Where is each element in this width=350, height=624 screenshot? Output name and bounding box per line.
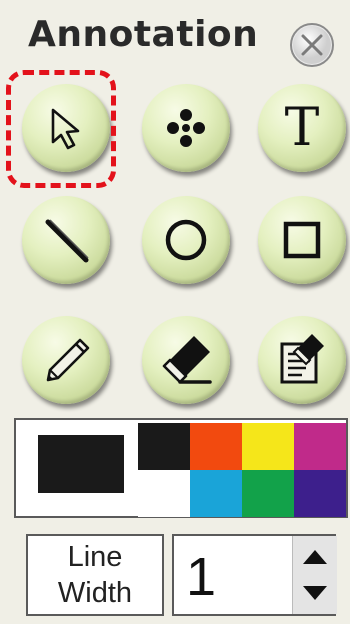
color-swatch[interactable]	[190, 423, 242, 470]
line-width-label-line1: Line	[67, 541, 123, 573]
line-width-value[interactable]: 1	[186, 546, 216, 608]
color-picker	[14, 418, 348, 518]
clipboard-eraser-icon	[280, 334, 324, 384]
annotation-panel: Annotation T Line Width 1	[0, 0, 350, 624]
decrease-button[interactable]	[293, 575, 337, 614]
close-icon	[290, 23, 334, 67]
four-dots-icon	[167, 109, 205, 147]
color-swatch[interactable]	[242, 423, 294, 470]
color-swatch[interactable]	[190, 470, 242, 517]
eraser-icon	[162, 336, 212, 384]
text-icon: T	[284, 98, 320, 158]
color-swatch[interactable]	[138, 423, 190, 470]
arrow-up-icon	[303, 550, 327, 564]
circle-icon	[165, 219, 207, 261]
line-icon	[45, 219, 89, 263]
color-swatch[interactable]	[242, 470, 294, 517]
text-tool-button[interactable]: T	[258, 84, 346, 172]
rectangle-tool-button[interactable]	[258, 196, 346, 284]
line-width-label-line2: Width	[57, 577, 133, 609]
line-width-label: Line Width	[26, 534, 164, 616]
line-tool-button[interactable]	[22, 196, 110, 284]
selected-tool-highlight	[6, 70, 116, 188]
color-swatch[interactable]	[294, 423, 346, 470]
color-swatch[interactable]	[138, 470, 190, 517]
eraser-tool-button[interactable]	[142, 316, 230, 404]
panel-title: Annotation	[28, 14, 259, 55]
pen-tool-button[interactable]	[22, 316, 110, 404]
line-width-stepper[interactable]: 1	[172, 534, 337, 616]
move-tool-button[interactable]	[142, 84, 230, 172]
current-color-swatch	[38, 435, 124, 493]
increase-button[interactable]	[293, 536, 337, 575]
color-swatch[interactable]	[294, 470, 346, 517]
line-width-spinner	[292, 536, 337, 614]
square-icon	[283, 221, 321, 259]
arrow-down-icon	[303, 586, 327, 600]
ellipse-tool-button[interactable]	[142, 196, 230, 284]
pencil-icon	[46, 338, 90, 382]
clear-tool-button[interactable]	[258, 316, 346, 404]
close-button[interactable]	[288, 21, 336, 69]
